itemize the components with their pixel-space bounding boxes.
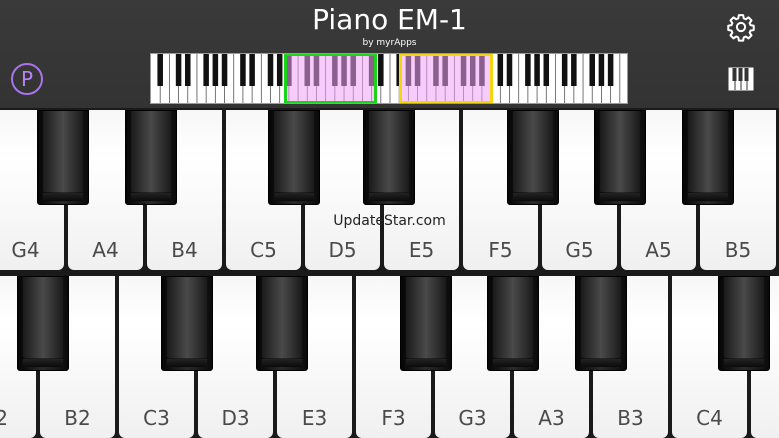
overview-black-key <box>276 54 283 86</box>
black-key[interactable] <box>125 110 177 205</box>
overview-black-key <box>267 54 274 86</box>
black-key[interactable] <box>682 110 734 205</box>
key-label: C5 <box>250 238 277 262</box>
overview-black-key <box>543 54 550 86</box>
app-subtitle: by myrApps <box>362 38 417 48</box>
lower-range-selector[interactable] <box>284 54 377 103</box>
overview-black-key <box>571 54 577 86</box>
overview-black-key <box>203 54 209 86</box>
lower-keyboard: 2 B2 C3 D3 E3 F3 G3 A3 B3 C4 <box>0 276 779 438</box>
gear-icon[interactable] <box>726 12 756 42</box>
key-label: B3 <box>617 406 644 430</box>
key-label: B2 <box>64 406 91 430</box>
overview-black-key <box>185 54 191 86</box>
key-label: F5 <box>488 238 513 262</box>
overview-keys <box>157 54 621 103</box>
keyboard-overview[interactable] <box>150 53 628 104</box>
key-label: D5 <box>328 238 357 262</box>
black-key[interactable] <box>37 110 89 205</box>
piano-keys-icon[interactable] <box>728 66 754 92</box>
black-key[interactable] <box>17 276 69 371</box>
overview-black-key <box>589 54 595 86</box>
upper-range-selector[interactable] <box>399 54 493 103</box>
overview-black-key <box>175 54 182 86</box>
black-key[interactable] <box>161 276 213 371</box>
key-label: E3 <box>301 406 328 430</box>
overview-black-key <box>497 54 504 86</box>
key-label: 2 <box>0 406 8 430</box>
black-key[interactable] <box>363 110 415 205</box>
overview-black-key <box>534 54 540 86</box>
key-label: G3 <box>458 406 487 430</box>
overview-black-key <box>249 54 255 86</box>
app-title: Piano EM-1 <box>312 3 467 36</box>
key-label: C3 <box>143 406 170 430</box>
key-label: G5 <box>565 238 594 262</box>
overview-black-key <box>240 54 246 86</box>
key-label: E5 <box>408 238 435 262</box>
key-label: A4 <box>92 238 119 262</box>
overview-black-key <box>607 54 614 86</box>
overview-black-key <box>598 54 605 86</box>
key-label: C4 <box>696 406 723 430</box>
overview-black-key <box>378 54 384 86</box>
key-label: A5 <box>645 238 672 262</box>
overview-black-key <box>212 54 219 86</box>
black-key[interactable] <box>487 276 539 371</box>
overview-black-key <box>525 54 531 86</box>
key-label: B5 <box>724 238 752 262</box>
key-label: D3 <box>221 406 250 430</box>
upper-keyboard: G4 A4 B4 C5 D5 E5 F5 G5 A5 B5 <box>0 110 779 270</box>
piano-app: Piano EM-1 by myrApps P G4 A4 B4 C5 D5 E… <box>0 0 779 438</box>
overview-black-key <box>506 54 513 86</box>
black-key[interactable] <box>594 110 646 205</box>
black-key[interactable] <box>575 276 627 371</box>
p-circle-button[interactable]: P <box>11 63 43 95</box>
black-key[interactable] <box>507 110 559 205</box>
key-label: G4 <box>11 238 40 262</box>
overview-black-key <box>157 54 163 86</box>
key-label: B4 <box>171 238 198 262</box>
header-bar: Piano EM-1 by myrApps P <box>0 0 779 108</box>
black-key[interactable] <box>268 110 320 205</box>
key-label: F3 <box>381 406 406 430</box>
key-label: A3 <box>538 406 565 430</box>
black-key[interactable] <box>256 276 308 371</box>
overview-black-key <box>221 54 228 86</box>
overview-black-key <box>561 54 568 86</box>
black-key[interactable] <box>718 276 770 371</box>
black-key[interactable] <box>400 276 452 371</box>
